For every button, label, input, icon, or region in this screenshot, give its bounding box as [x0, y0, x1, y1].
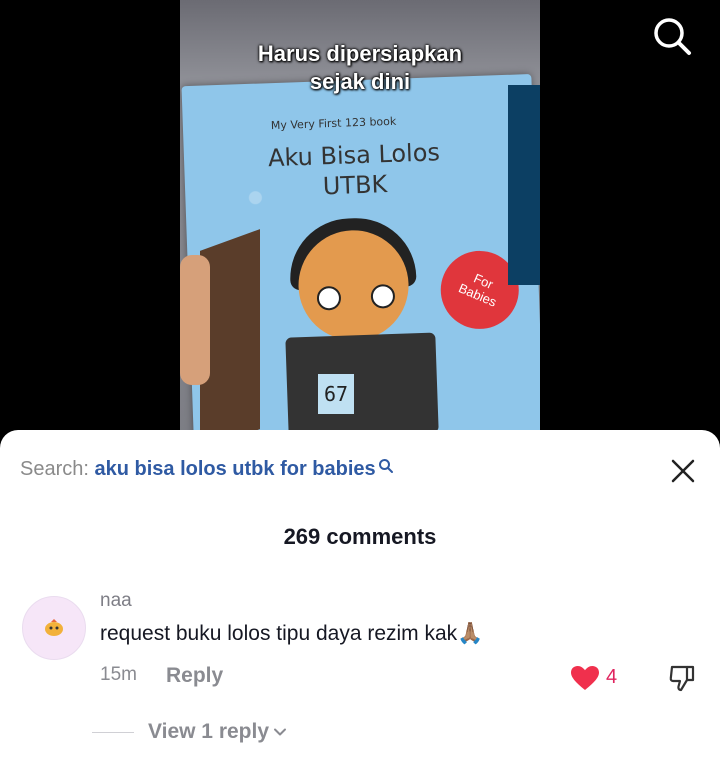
search-label: Search:: [20, 458, 95, 480]
search-suggestion[interactable]: Search: aku bisa lolos utbk for babies: [20, 458, 394, 481]
comment-username[interactable]: naa: [100, 590, 132, 612]
caption-line1: Harus dipersiapkan: [257, 41, 463, 66]
search-query-link[interactable]: aku bisa lolos utbk for babies: [94, 458, 375, 480]
search-icon: [378, 459, 393, 473]
comment-text: request buku lolos tipu daya rezim kak🙏🏽: [100, 622, 484, 645]
background-book: [508, 85, 540, 285]
heart-icon[interactable]: [570, 665, 600, 691]
caption-line2: sejak dini: [309, 69, 411, 94]
comment-time: 15m: [100, 664, 137, 685]
reply-button[interactable]: Reply: [166, 664, 223, 688]
close-icon[interactable]: [670, 458, 696, 484]
comments-sheet: Search: aku bisa lolos utbk for babies 2…: [0, 430, 720, 778]
view-replies-button[interactable]: View 1 reply: [148, 720, 287, 744]
chevron-down-icon: [274, 728, 287, 736]
number-sticker: 67: [316, 372, 356, 416]
video-caption: Harus dipersiapkan sejak dini: [180, 40, 540, 96]
search-icon[interactable]: [652, 16, 692, 56]
book-subtitle: My Very First 123 book: [270, 114, 397, 133]
replies-divider: [92, 732, 134, 733]
book-title: Aku Bisa Lolos UTBK: [244, 136, 466, 204]
avatar-image: [45, 619, 63, 636]
hand: [180, 255, 210, 385]
illustration-laptop: [285, 332, 439, 438]
comment-count: 269 comments: [283, 524, 437, 549]
like-count: 4: [606, 666, 618, 688]
thumbs-down-icon[interactable]: [666, 662, 698, 694]
video-player[interactable]: My Very First 123 book Aku Bisa Lolos UT…: [0, 0, 720, 440]
avatar[interactable]: [22, 596, 86, 660]
view-replies-label: View 1 reply: [148, 720, 270, 743]
